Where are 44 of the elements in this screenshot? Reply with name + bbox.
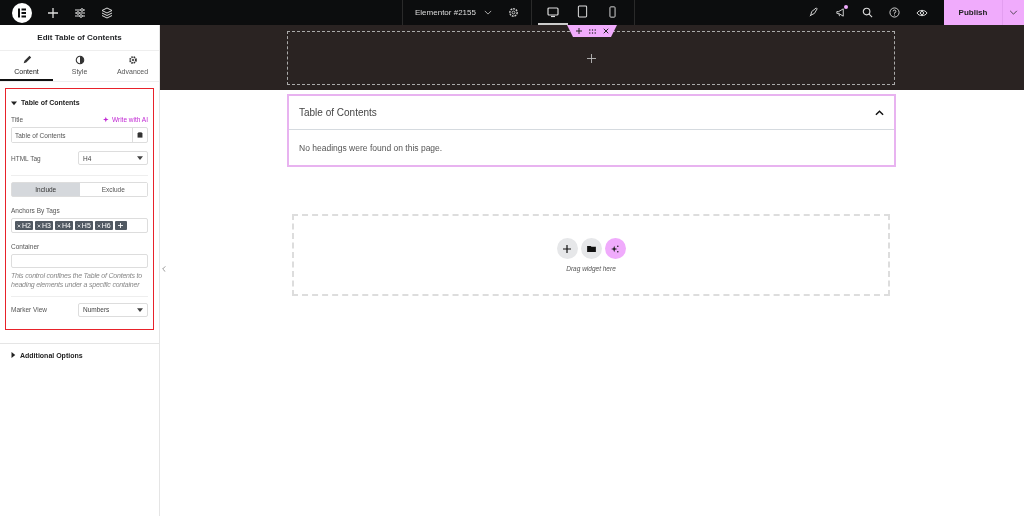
caret-icon (137, 307, 143, 312)
toc-message: No headings were found on this page. (299, 142, 443, 153)
caret-icon (11, 99, 17, 106)
chevron-down-icon (1009, 10, 1018, 15)
megaphone-icon[interactable] (835, 7, 846, 18)
chevron-left-icon (162, 266, 166, 272)
gear-icon (127, 55, 138, 65)
panel-title: Edit Table of Contents (37, 33, 122, 42)
sparkle-icon[interactable] (604, 238, 626, 259)
contrast-icon (74, 55, 85, 65)
collapse-chevron-icon[interactable] (875, 109, 884, 116)
remove-icon[interactable] (17, 223, 21, 228)
sparkle-icon (103, 116, 110, 123)
remove-icon[interactable] (76, 223, 81, 228)
add-icon[interactable] (556, 238, 578, 259)
tablet-icon (577, 5, 589, 18)
publish-button[interactable]: Publish (944, 0, 1002, 25)
close-icon[interactable] (602, 28, 609, 34)
remove-icon[interactable] (36, 223, 41, 228)
document-title[interactable]: Elementor #2155 (415, 8, 476, 17)
container-field[interactable] (11, 254, 148, 268)
folder-icon[interactable] (580, 238, 602, 259)
remove-icon[interactable] (96, 223, 101, 228)
add-icon[interactable] (575, 28, 582, 34)
remove-icon[interactable] (56, 223, 61, 228)
help-icon[interactable] (889, 7, 900, 18)
monitor-icon (546, 5, 559, 18)
drag-handle-icon[interactable] (588, 28, 596, 34)
toc-title: Table of Contents (299, 107, 377, 118)
caret-icon (10, 352, 16, 358)
add-icon[interactable] (586, 53, 596, 63)
settings-icon[interactable] (507, 7, 519, 18)
search-icon[interactable] (862, 7, 873, 18)
elementor-logo-icon[interactable] (12, 2, 32, 23)
empty-section[interactable] (287, 31, 895, 85)
phone-icon (609, 5, 617, 18)
section-handle[interactable] (567, 25, 617, 37)
caret-icon (137, 156, 143, 160)
sliders-icon[interactable] (74, 6, 86, 19)
pencil-icon (21, 55, 32, 65)
chevron-down-icon[interactable] (483, 10, 492, 15)
toc-widget[interactable]: Table of Contents No headings were found on this page. (287, 94, 896, 167)
add-tag-icon[interactable] (114, 221, 127, 230)
layers-icon[interactable] (101, 6, 113, 19)
